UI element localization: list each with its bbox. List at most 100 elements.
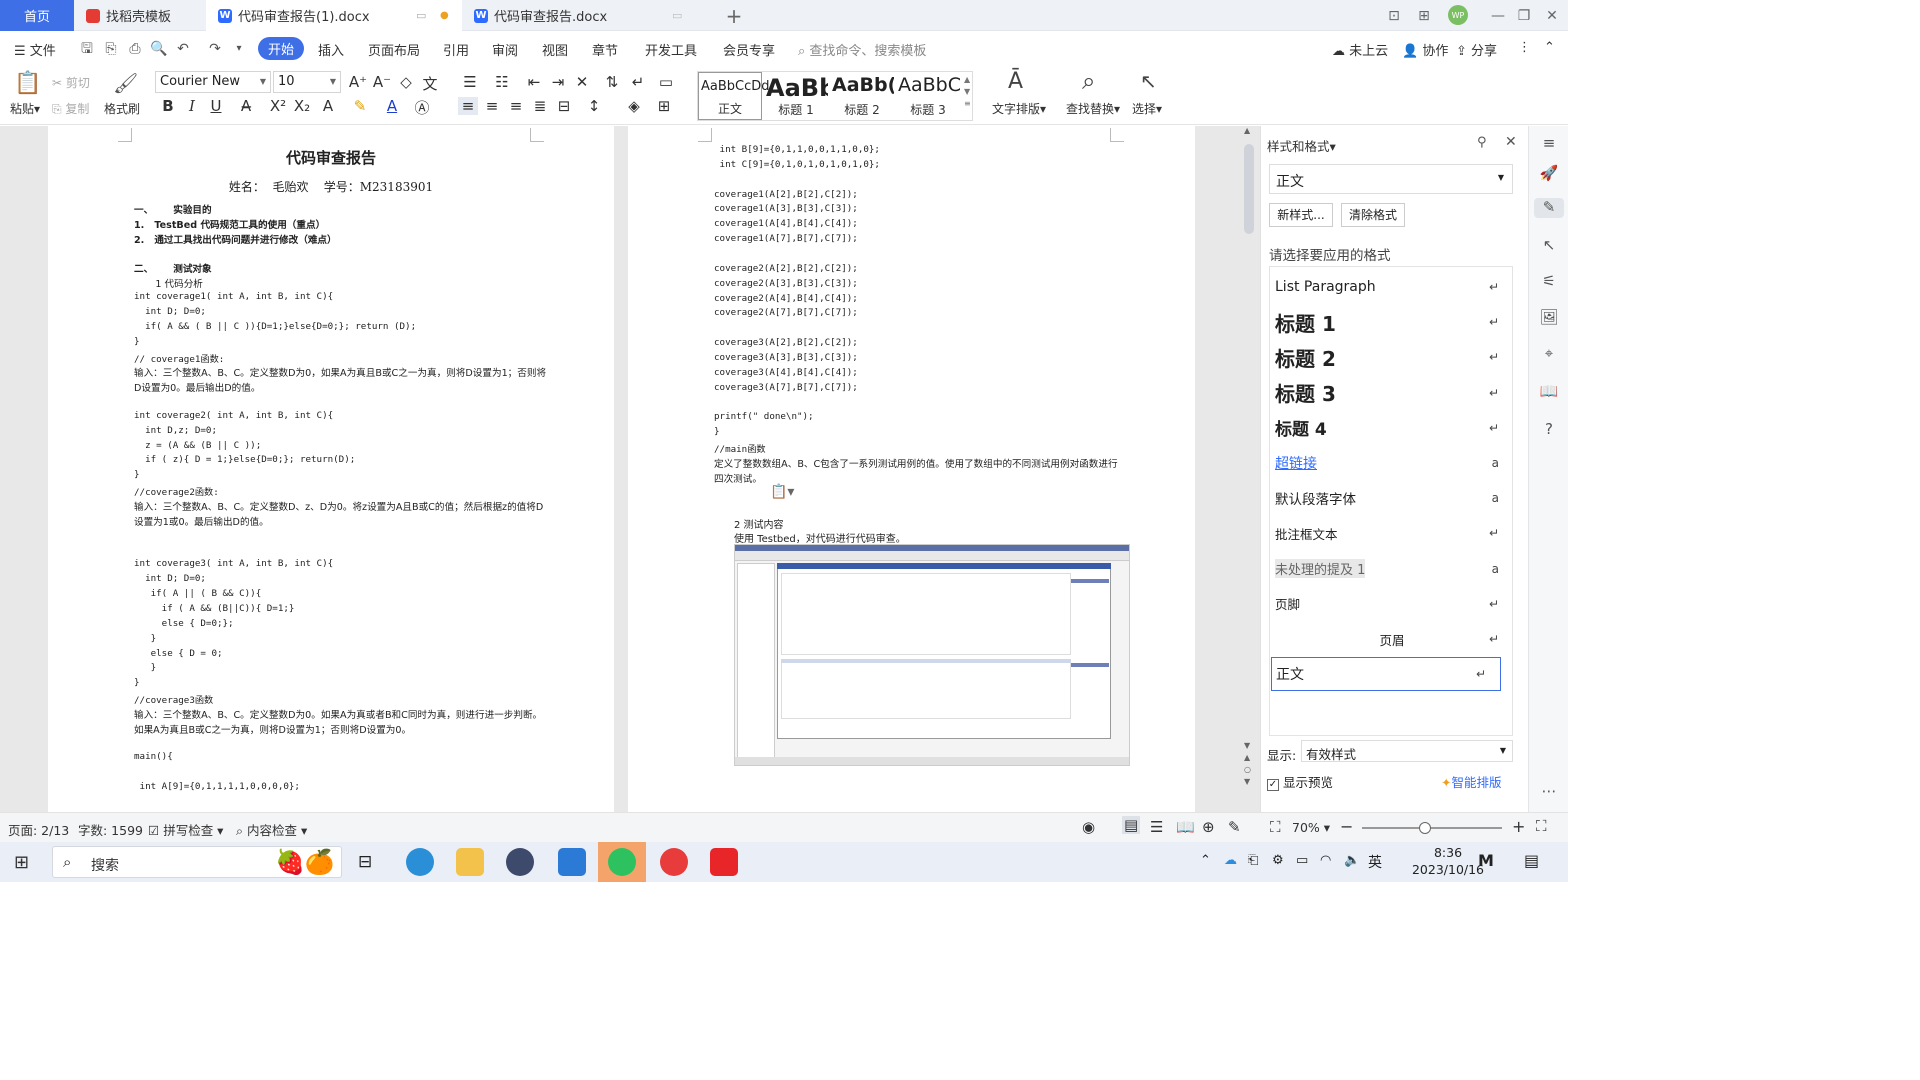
char-border-icon[interactable]: Ⓐ bbox=[412, 97, 432, 118]
line-spacing-icon[interactable]: ↕ bbox=[584, 97, 604, 115]
justify-icon[interactable]: ≣ bbox=[530, 97, 550, 115]
write-mode-icon[interactable]: ✎ bbox=[1228, 818, 1241, 836]
cast-icon[interactable]: ▭ bbox=[416, 9, 426, 22]
image-icon[interactable]: 🖼 bbox=[1539, 308, 1559, 328]
paste-icon[interactable]: 📋 bbox=[14, 71, 41, 96]
eye-protect-icon[interactable]: ◉ bbox=[1082, 818, 1095, 836]
show-marks-icon[interactable]: ↵ bbox=[628, 73, 648, 91]
apps-icon[interactable]: ⊞ bbox=[1414, 6, 1434, 26]
app-icon[interactable] bbox=[506, 848, 534, 876]
show-select[interactable]: 有效样式 ▼ bbox=[1301, 740, 1513, 762]
find-replace-button[interactable]: 查找替换▾ bbox=[1066, 100, 1120, 117]
more-dots-icon[interactable]: ⋯ bbox=[1539, 782, 1559, 802]
style-item[interactable]: 标题 1 ↵ bbox=[1271, 305, 1513, 339]
distribute-icon[interactable]: ⊟ bbox=[554, 97, 574, 115]
sort-icon[interactable]: ⇅ bbox=[602, 73, 622, 91]
zoom-in-icon[interactable]: + bbox=[1512, 817, 1525, 836]
style-item[interactable]: 标题 4 ↵ bbox=[1271, 411, 1513, 445]
clear-format-icon[interactable]: ◇ bbox=[396, 73, 416, 91]
layout-icon[interactable]: ⊡ bbox=[1384, 6, 1404, 26]
zoom-slider-handle[interactable] bbox=[1419, 822, 1431, 834]
zoom-level[interactable]: 70% ▾ bbox=[1292, 820, 1330, 835]
panel-title[interactable]: 样式和格式▾ bbox=[1267, 136, 1336, 155]
borders-icon[interactable]: ⊞ bbox=[654, 97, 674, 115]
scroll-nav-icon[interactable]: ▼ ▲ ○ ▼ bbox=[1244, 740, 1251, 788]
shrink-font-icon[interactable]: A⁻ bbox=[372, 73, 392, 91]
paste-button[interactable]: 粘贴▾ bbox=[10, 100, 40, 117]
subscript-icon[interactable]: X₂ bbox=[292, 97, 312, 115]
align-left-icon[interactable]: ≡ bbox=[458, 97, 478, 115]
wechat-taskbar-item[interactable] bbox=[598, 842, 646, 882]
preview-checkbox[interactable]: ✓ 显示预览 bbox=[1267, 772, 1333, 791]
style-item[interactable]: 批注框文本 ↵ bbox=[1271, 516, 1513, 550]
style-item[interactable]: 超链接 a bbox=[1271, 446, 1513, 480]
grow-font-icon[interactable]: A⁺ bbox=[348, 73, 368, 91]
notification-icon[interactable]: ▤ bbox=[1524, 851, 1539, 870]
styles-pen-icon[interactable]: ✎ bbox=[1534, 198, 1564, 218]
current-style-select[interactable]: 正文 ▼ bbox=[1269, 164, 1513, 194]
close-panel-icon[interactable]: ✕ bbox=[1505, 134, 1517, 150]
smart-layout-link[interactable]: ✦智能排版 bbox=[1441, 772, 1502, 791]
text-layout-button[interactable]: 文字排版▾ bbox=[992, 100, 1046, 117]
tab-doc1[interactable]: W 代码审查报告(1).docx ▭ ● bbox=[206, 0, 462, 31]
widget-icon[interactable]: M bbox=[1478, 851, 1494, 870]
outline-view-icon[interactable]: ☰ bbox=[1150, 818, 1163, 836]
share-button[interactable]: ⇪ 分享 bbox=[1456, 40, 1497, 59]
numbering-icon[interactable]: ☷ bbox=[492, 73, 512, 91]
tab-doc2[interactable]: W 代码审查报告.docx ▭ bbox=[462, 0, 716, 31]
web-view-icon[interactable]: ⊕ bbox=[1202, 818, 1215, 836]
highlight-icon[interactable]: ✎ bbox=[350, 97, 370, 115]
menu-chapter[interactable]: 章节 bbox=[592, 40, 618, 59]
chinese-layout-icon[interactable]: ✕ bbox=[572, 73, 592, 91]
tray-settings-icon[interactable]: ⚙ bbox=[1272, 853, 1284, 868]
phonetic-icon[interactable]: 文 bbox=[420, 73, 440, 94]
superscript-icon[interactable]: X² bbox=[268, 97, 288, 115]
style-item[interactable]: 正文 ↵ bbox=[1271, 657, 1501, 692]
redo-icon[interactable]: ↷ bbox=[206, 40, 224, 58]
edge-icon[interactable] bbox=[406, 848, 434, 876]
book-icon[interactable]: 📖 bbox=[1539, 382, 1559, 402]
close-icon[interactable]: ✕ bbox=[1542, 6, 1562, 26]
windows-start-icon[interactable]: ⊞ bbox=[14, 852, 29, 873]
task-view-icon[interactable]: ⊟ bbox=[358, 852, 372, 872]
cloud-tray-icon[interactable]: ☁ bbox=[1224, 853, 1237, 868]
mail-icon[interactable] bbox=[558, 848, 586, 876]
style-item[interactable]: 未处理的提及 1 a bbox=[1271, 552, 1513, 586]
page-indicator[interactable]: 页面: 2/13 bbox=[8, 820, 69, 839]
save-icon[interactable]: 🖫 bbox=[78, 40, 96, 58]
export-icon[interactable]: ⎘ bbox=[102, 40, 120, 58]
file-explorer-icon[interactable] bbox=[456, 848, 484, 876]
zoom-out-icon[interactable]: − bbox=[1340, 817, 1353, 836]
doc-scrollbar[interactable] bbox=[1244, 144, 1254, 234]
style-item[interactable]: 默认段落字体 a bbox=[1271, 481, 1513, 515]
new-style-button[interactable]: 新样式... bbox=[1269, 203, 1333, 227]
indent-icon[interactable]: ⇥ bbox=[548, 73, 568, 91]
style-heading1[interactable]: AaBb 标题 1 bbox=[764, 72, 828, 120]
undo-icon[interactable]: ↶ bbox=[174, 40, 192, 58]
preview-icon[interactable]: 🔍 bbox=[150, 40, 168, 58]
ruler-icon[interactable]: ▭ bbox=[656, 73, 676, 91]
italic-icon[interactable]: I bbox=[182, 97, 202, 115]
wifi-icon[interactable]: ◠ bbox=[1320, 853, 1331, 868]
new-tab-icon[interactable]: + bbox=[724, 4, 744, 28]
menu-member[interactable]: 会员专享 bbox=[723, 40, 775, 59]
tab-template[interactable]: 找稻壳模板 bbox=[74, 0, 206, 31]
command-search[interactable]: ⌕ 查找命令、搜索模板 bbox=[798, 40, 926, 59]
zoom-slider[interactable] bbox=[1362, 827, 1502, 829]
word-count[interactable]: 字数: 1599 bbox=[78, 820, 143, 839]
cut-button[interactable]: ✂ 剪切 bbox=[52, 74, 90, 91]
volume-icon[interactable]: 🔈 bbox=[1344, 853, 1360, 868]
menu-developer[interactable]: 开发工具 bbox=[645, 40, 697, 59]
fit-page-icon[interactable]: ⛶ bbox=[1270, 818, 1281, 836]
font-color-icon[interactable]: A bbox=[382, 97, 402, 115]
help-icon[interactable]: ? bbox=[1539, 420, 1559, 440]
menu-layout[interactable]: 页面布局 bbox=[368, 40, 420, 59]
strikethrough-icon[interactable]: A̶ bbox=[236, 97, 256, 115]
menu-home[interactable]: 开始 bbox=[258, 37, 305, 60]
more-qa-icon[interactable]: ▾ bbox=[230, 40, 248, 58]
style-item[interactable]: 标题 3 ↵ bbox=[1271, 376, 1513, 410]
rocket-icon[interactable]: 🚀 bbox=[1539, 164, 1559, 184]
shading-icon[interactable]: ◈ bbox=[624, 97, 644, 115]
style-item[interactable]: 页眉 ↵ bbox=[1271, 622, 1513, 656]
align-right-icon[interactable]: ≡ bbox=[506, 97, 526, 115]
